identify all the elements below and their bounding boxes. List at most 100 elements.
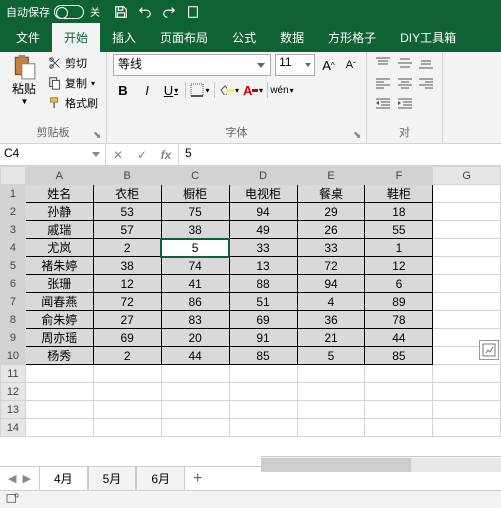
cell[interactable]: 电视柜 (229, 185, 297, 203)
cell[interactable]: 杨秀 (25, 347, 93, 365)
align-top-button[interactable] (373, 54, 393, 72)
fill-color-button[interactable]: ▾ (219, 80, 239, 100)
ribbon-tab[interactable]: 开始 (52, 23, 100, 52)
cell[interactable]: 88 (229, 275, 297, 293)
ribbon-tab[interactable]: 页面布局 (148, 23, 220, 52)
cell[interactable]: 尤岚 (25, 239, 93, 257)
cell[interactable]: 鞋柜 (365, 185, 433, 203)
cell[interactable]: 94 (229, 203, 297, 221)
sheet-tab[interactable]: 4月 (39, 467, 88, 491)
cell[interactable]: 33 (229, 239, 297, 257)
increase-indent-button[interactable] (395, 94, 415, 112)
cell[interactable]: 13 (229, 257, 297, 275)
ribbon-tab[interactable]: DIY工具箱 (388, 23, 468, 52)
cell[interactable] (25, 401, 93, 419)
phonetic-button[interactable]: wén▾ (272, 80, 292, 100)
row-header[interactable]: 6 (1, 275, 26, 293)
cell[interactable]: 74 (161, 257, 229, 275)
cell[interactable]: 姓名 (25, 185, 93, 203)
select-all-corner[interactable] (1, 167, 26, 185)
cell[interactable] (433, 257, 501, 275)
cell[interactable] (433, 185, 501, 203)
cell[interactable]: 12 (93, 275, 161, 293)
copy-button[interactable]: 复制▾ (46, 74, 100, 92)
cell[interactable]: 5 (161, 239, 229, 257)
save-icon[interactable] (114, 5, 128, 19)
cell[interactable]: 1 (365, 239, 433, 257)
cell[interactable] (433, 311, 501, 329)
cell[interactable] (433, 203, 501, 221)
column-header[interactable]: G (433, 167, 501, 185)
scrollbar-thumb[interactable] (261, 458, 411, 472)
row-header[interactable]: 1 (1, 185, 26, 203)
column-header[interactable]: B (93, 167, 161, 185)
cell[interactable]: 36 (297, 311, 365, 329)
cell[interactable] (433, 221, 501, 239)
cell[interactable]: 72 (297, 257, 365, 275)
formula-input[interactable]: 5 (178, 144, 501, 165)
row-header[interactable]: 4 (1, 239, 26, 257)
analysis-float-button[interactable] (479, 340, 499, 360)
cell[interactable] (433, 275, 501, 293)
cut-button[interactable]: 剪切 (46, 54, 100, 72)
cell[interactable] (229, 401, 297, 419)
cell[interactable]: 周亦瑶 (25, 329, 93, 347)
ribbon-tab[interactable]: 插入 (100, 23, 148, 52)
cell[interactable]: 20 (161, 329, 229, 347)
cell[interactable]: 俞朱婷 (25, 311, 93, 329)
cell[interactable]: 41 (161, 275, 229, 293)
column-header[interactable]: C (161, 167, 229, 185)
cell[interactable]: 94 (297, 275, 365, 293)
cell[interactable] (161, 383, 229, 401)
cell[interactable] (433, 239, 501, 257)
row-header[interactable]: 2 (1, 203, 26, 221)
cell[interactable]: 85 (229, 347, 297, 365)
cell[interactable]: 21 (297, 329, 365, 347)
cell[interactable]: 2 (93, 347, 161, 365)
cell[interactable]: 橱柜 (161, 185, 229, 203)
cell[interactable]: 75 (161, 203, 229, 221)
cell[interactable]: 72 (93, 293, 161, 311)
row-header[interactable]: 3 (1, 221, 26, 239)
cell[interactable]: 55 (365, 221, 433, 239)
cell[interactable] (25, 419, 93, 437)
cell[interactable]: 44 (161, 347, 229, 365)
cell[interactable]: 38 (93, 257, 161, 275)
font-name-select[interactable]: 等线 (113, 54, 271, 76)
redo-icon[interactable] (162, 5, 176, 19)
sheet-nav-next[interactable]: ▶ (20, 472, 32, 485)
align-right-button[interactable] (416, 74, 436, 92)
row-header[interactable]: 12 (1, 383, 26, 401)
cell[interactable]: 4 (297, 293, 365, 311)
ribbon-tab[interactable]: 公式 (220, 23, 268, 52)
cell[interactable] (433, 383, 501, 401)
cell[interactable]: 86 (161, 293, 229, 311)
cell[interactable]: 91 (229, 329, 297, 347)
cell[interactable]: 12 (365, 257, 433, 275)
decrease-indent-button[interactable] (373, 94, 393, 112)
cell[interactable] (433, 419, 501, 437)
cell[interactable] (25, 383, 93, 401)
underline-button[interactable]: U▾ (161, 80, 181, 100)
autosave-toggle[interactable]: 自动保存 关 (6, 4, 100, 20)
cell[interactable] (25, 365, 93, 383)
bold-button[interactable]: B (113, 80, 133, 100)
cell[interactable] (297, 401, 365, 419)
cell[interactable]: 89 (365, 293, 433, 311)
column-header[interactable]: E (297, 167, 365, 185)
cell[interactable]: 38 (161, 221, 229, 239)
cell[interactable]: 衣柜 (93, 185, 161, 203)
horizontal-scrollbar[interactable] (261, 456, 501, 472)
ribbon-tab[interactable]: 方形格子 (316, 23, 388, 52)
record-macro-icon[interactable] (6, 492, 20, 504)
sheet-tab[interactable]: 5月 (88, 467, 137, 491)
cell[interactable]: 53 (93, 203, 161, 221)
cell[interactable]: 闻春燕 (25, 293, 93, 311)
cell[interactable] (297, 419, 365, 437)
cell[interactable]: 29 (297, 203, 365, 221)
cell[interactable]: 85 (365, 347, 433, 365)
cell[interactable] (93, 401, 161, 419)
cell[interactable]: 33 (297, 239, 365, 257)
qat-tool-icon[interactable] (186, 5, 200, 19)
decrease-font-button[interactable]: Aˇ (342, 55, 360, 75)
